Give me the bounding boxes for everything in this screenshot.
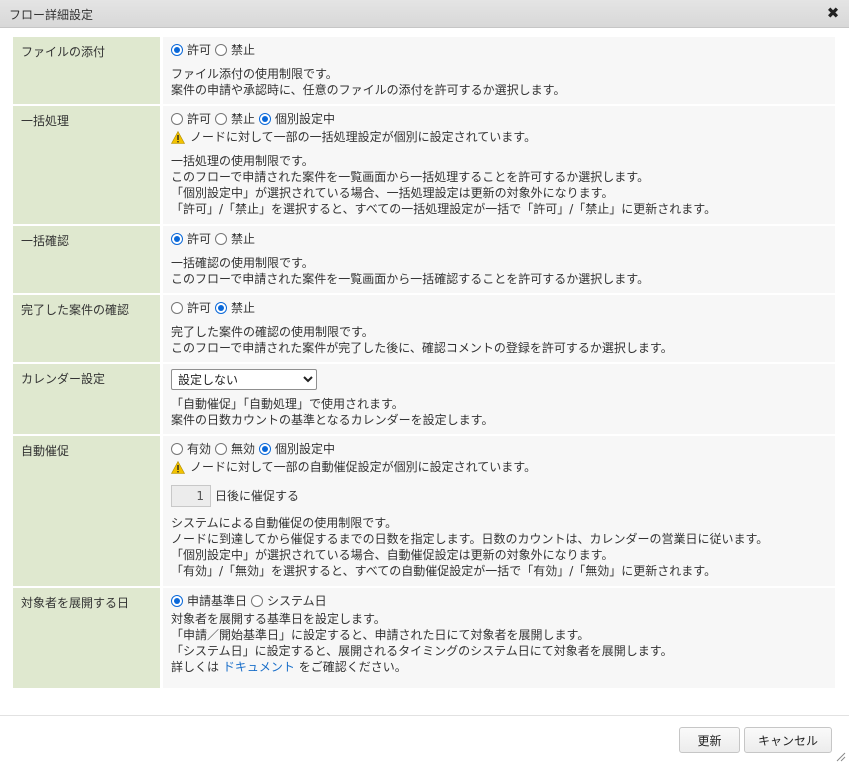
row-value: 許可 禁止 完了した案件の確認の使用制限です。 このフローで申請された案件が完了… [163, 295, 835, 362]
row-label: 完了した案件の確認 [13, 295, 160, 362]
radio-circle[interactable] [171, 44, 183, 56]
footer-divider [0, 715, 849, 716]
warning-message: ノードに対して一部の一括処理設定が個別に設定されています。 [171, 129, 827, 145]
cancel-button[interactable]: キャンセル [744, 727, 832, 753]
radio-allow[interactable]: 許可 [171, 111, 211, 127]
radio-circle[interactable] [171, 595, 183, 607]
row-label: ファイルの添付 [13, 37, 160, 104]
row-label: 対象者を展開する日 [13, 588, 160, 688]
radio-enabled[interactable]: 有効 [171, 441, 211, 457]
radio-group: 有効 無効 個別設定中 [171, 441, 827, 457]
radio-circle[interactable] [215, 233, 228, 245]
row-label: 一括確認 [13, 226, 160, 293]
row-description: 一括確認の使用制限です。 このフローで申請された案件を一覧画面から一括確認するこ… [171, 256, 650, 286]
row-bulk-confirm: 一括確認 許可 禁止 一括確認の使用制限です。 このフローで申請された案件を一覧… [13, 226, 835, 293]
row-description: 「自動催促」「自動処理」で使用されます。 案件の日数カウントの基準となるカレンダ… [171, 397, 494, 427]
row-description: 一括処理の使用制限です。 このフローで申請された案件を一覧画面から一括処理するこ… [171, 154, 717, 216]
radio-deny[interactable]: 禁止 [215, 42, 255, 58]
radio-circle[interactable] [215, 302, 228, 314]
warning-message: ノードに対して一部の自動催促設定が個別に設定されています。 [171, 459, 827, 475]
settings-table: ファイルの添付 許可 禁止 ファイル添付の使用制限です。 案件の申請や承認時に、… [13, 35, 835, 690]
row-auto-remind: 自動催促 有効 無効 個別設定中 ノードに対して一部の自動催促設定が個別に設定さ… [13, 436, 835, 586]
radio-group: 許可 禁止 [171, 42, 827, 58]
remind-days: 1 日後に催促する [171, 485, 827, 507]
radio-allow[interactable]: 許可 [171, 42, 211, 58]
radio-individual[interactable]: 個別設定中 [259, 441, 335, 457]
row-value: 有効 無効 個別設定中 ノードに対して一部の自動催促設定が個別に設定されています… [163, 436, 835, 586]
row-value: 許可 禁止 一括確認の使用制限です。 このフローで申請された案件を一覧画面から一… [163, 226, 835, 293]
radio-application-date[interactable]: 申請基準日 [171, 593, 247, 609]
row-label: 一括処理 [13, 106, 160, 224]
radio-circle[interactable] [251, 595, 264, 607]
update-button[interactable]: 更新 [679, 727, 740, 753]
row-label: カレンダー設定 [13, 364, 160, 434]
row-file-attach: ファイルの添付 許可 禁止 ファイル添付の使用制限です。 案件の申請や承認時に、… [13, 37, 835, 104]
row-description: ファイル添付の使用制限です。 案件の申請や承認時に、任意のファイルの添付を許可す… [171, 67, 566, 97]
warning-icon [171, 460, 185, 474]
row-label: 自動催促 [13, 436, 160, 586]
radio-disabled[interactable]: 無効 [215, 441, 255, 457]
row-description: 対象者を展開する基準日を設定します。 「申請／開始基準日」に設定すると、申請され… [171, 611, 827, 675]
warning-icon [171, 130, 185, 144]
resize-grip-icon[interactable] [836, 752, 846, 762]
row-value: 設定しない 「自動催促」「自動処理」で使用されます。 案件の日数カウントの基準と… [163, 364, 835, 434]
doc-line: 詳しくは ドキュメント をご確認ください。 [171, 660, 407, 674]
radio-group: 申請基準日 システム日 [171, 593, 827, 609]
document-link[interactable]: ドキュメント [223, 660, 295, 674]
calendar-select[interactable]: 設定しない [171, 369, 317, 390]
radio-deny[interactable]: 禁止 [215, 231, 255, 247]
radio-group: 許可 禁止 [171, 231, 827, 247]
radio-circle[interactable] [171, 302, 183, 314]
radio-circle[interactable] [215, 44, 228, 56]
row-value: 許可 禁止 個別設定中 ノードに対して一部の一括処理設定が個別に設定されています… [163, 106, 835, 224]
row-bulk-process: 一括処理 許可 禁止 個別設定中 ノードに対して一部の一括処理設定が個別に設定さ… [13, 106, 835, 224]
row-description: システムによる自動催促の使用制限です。 ノードに到達してから催促するまでの日数を… [171, 516, 769, 578]
radio-circle[interactable] [171, 443, 183, 455]
radio-deny[interactable]: 禁止 [215, 300, 255, 316]
radio-system-date[interactable]: システム日 [251, 593, 327, 609]
row-completed-confirm: 完了した案件の確認 許可 禁止 完了した案件の確認の使用制限です。 このフローで… [13, 295, 835, 362]
radio-group: 許可 禁止 [171, 300, 827, 316]
row-calendar: カレンダー設定 設定しない 「自動催促」「自動処理」で使用されます。 案件の日数… [13, 364, 835, 434]
row-value: 許可 禁止 ファイル添付の使用制限です。 案件の申請や承認時に、任意のファイルの… [163, 37, 835, 104]
radio-individual[interactable]: 個別設定中 [259, 111, 335, 127]
row-expand-date: 対象者を展開する日 申請基準日 システム日 対象者を展開する基準日を設定します。… [13, 588, 835, 688]
radio-circle[interactable] [215, 113, 228, 125]
radio-allow[interactable]: 許可 [171, 231, 211, 247]
radio-deny[interactable]: 禁止 [215, 111, 255, 127]
dialog-titlebar: フロー詳細設定 ✖ [0, 0, 849, 28]
settings-form: ファイルの添付 許可 禁止 ファイル添付の使用制限です。 案件の申請や承認時に、… [13, 35, 835, 690]
remind-days-input[interactable]: 1 [171, 485, 211, 507]
radio-allow[interactable]: 許可 [171, 300, 211, 316]
row-value: 申請基準日 システム日 対象者を展開する基準日を設定します。 「申請／開始基準日… [163, 588, 835, 688]
radio-circle[interactable] [215, 443, 228, 455]
close-icon[interactable]: ✖ [825, 5, 841, 21]
remind-days-suffix: 日後に催促する [215, 489, 300, 503]
radio-circle[interactable] [259, 113, 272, 125]
radio-circle[interactable] [171, 113, 183, 125]
row-description: 完了した案件の確認の使用制限です。 このフローで申請された案件が完了した後に、確… [171, 325, 673, 355]
dialog-title: フロー詳細設定 [9, 8, 94, 22]
radio-group: 許可 禁止 個別設定中 [171, 111, 827, 127]
radio-circle[interactable] [259, 443, 272, 455]
radio-circle[interactable] [171, 233, 183, 245]
